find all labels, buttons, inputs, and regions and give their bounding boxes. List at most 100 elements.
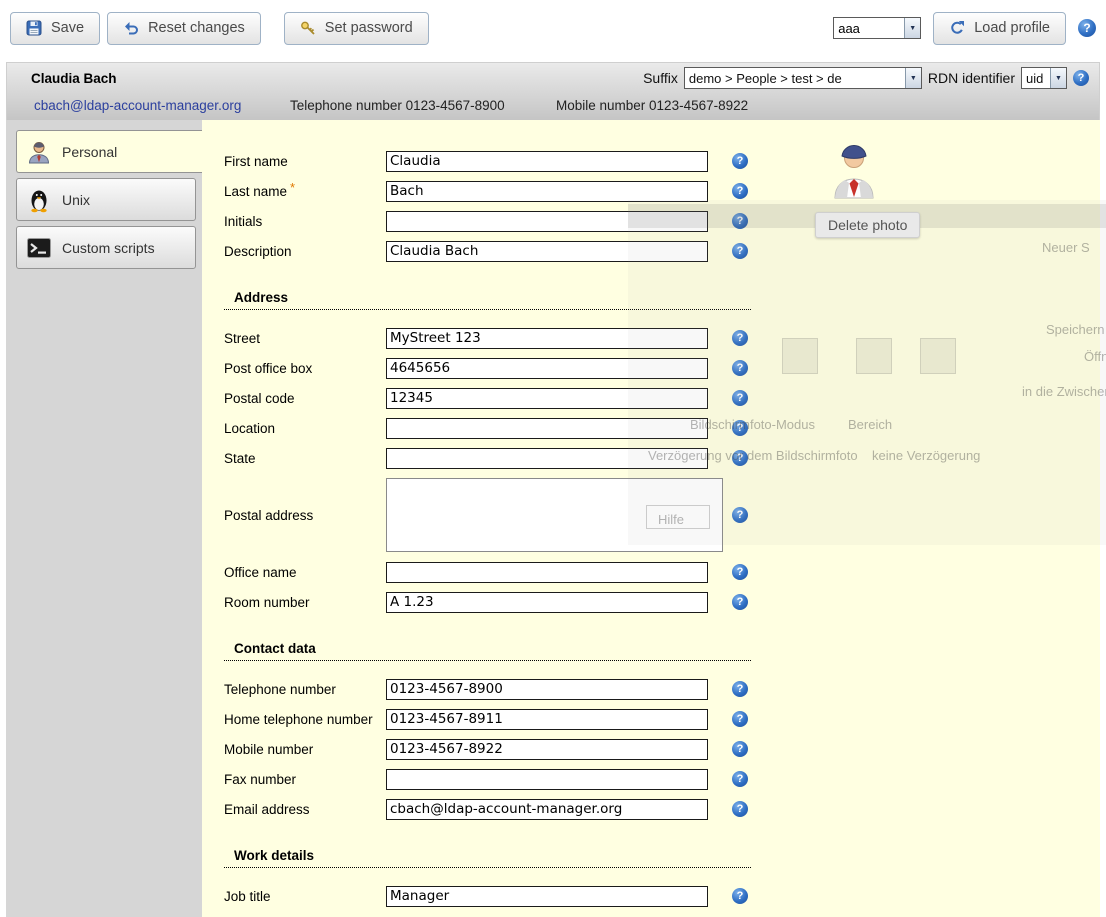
person-icon (26, 139, 52, 165)
help-icon[interactable]: ? (732, 507, 748, 523)
help-icon[interactable]: ? (732, 213, 748, 229)
help-icon[interactable]: ? (732, 711, 748, 727)
field-row-last-name: Last name*? (224, 176, 769, 206)
help-icon[interactable]: ? (732, 741, 748, 757)
office-name-input[interactable] (386, 562, 708, 583)
rdn-select[interactable]: uid ▼ (1021, 67, 1067, 89)
user-photo (831, 142, 945, 205)
post-office-box-input[interactable] (386, 358, 708, 379)
fax-number-input[interactable] (386, 769, 708, 790)
postal-address-input[interactable] (386, 478, 723, 552)
reset-changes-button[interactable]: Reset changes (107, 12, 261, 45)
profile-select-value: aaa (834, 18, 904, 38)
job-title-input[interactable] (386, 886, 708, 907)
suffix-select[interactable]: demo > People > test > de ▼ (684, 67, 922, 89)
initials-input[interactable] (386, 211, 708, 232)
suffix-label: Suffix (643, 70, 678, 86)
refresh-icon (949, 20, 965, 36)
description-input[interactable] (386, 241, 708, 262)
header-telephone: Telephone number 0123-4567-8900 (290, 98, 556, 113)
label-last-name: Last name* (224, 184, 386, 199)
state-input[interactable] (386, 448, 708, 469)
terminal-icon (26, 235, 52, 261)
chevron-down-icon: ▼ (905, 68, 921, 88)
rdn-select-value: uid (1022, 68, 1050, 88)
reset-changes-label: Reset changes (148, 20, 245, 36)
key-icon (300, 20, 316, 36)
street-input[interactable] (386, 328, 708, 349)
location-input[interactable] (386, 418, 708, 439)
chevron-down-icon: ▼ (1050, 68, 1066, 88)
help-icon[interactable]: ? (1073, 70, 1089, 86)
set-password-button[interactable]: Set password (284, 12, 429, 45)
field-row-post-office-box: Post office box? (224, 353, 769, 383)
help-icon[interactable]: ? (732, 153, 748, 169)
help-icon[interactable]: ? (732, 594, 748, 610)
email-address-input[interactable] (386, 799, 708, 820)
room-number-input[interactable] (386, 592, 708, 613)
help-icon[interactable]: ? (732, 888, 748, 904)
help-icon[interactable]: ? (732, 390, 748, 406)
field-row-initials: Initials? (224, 206, 769, 236)
section-header-address: Address (224, 287, 751, 310)
module-tabs: Personal Unix Custom scripts (6, 120, 202, 917)
header-mobile: Mobile number 0123-4567-8922 (556, 98, 748, 113)
save-label: Save (51, 20, 84, 36)
help-icon[interactable]: ? (732, 183, 748, 199)
field-row-email-address: Email address? (224, 794, 769, 824)
tab-label: Custom scripts (62, 240, 155, 256)
tab-label: Unix (62, 192, 90, 208)
label-telephone-number: Telephone number (224, 682, 386, 697)
telephone-number-input[interactable] (386, 679, 708, 700)
home-telephone-number-input[interactable] (386, 709, 708, 730)
help-icon[interactable]: ? (732, 243, 748, 259)
mobile-number-input[interactable] (386, 739, 708, 760)
save-icon (26, 20, 42, 36)
help-icon[interactable]: ? (1078, 19, 1096, 37)
field-row-description: Description? (224, 236, 769, 266)
field-row-home-telephone-number: Home telephone number? (224, 704, 769, 734)
last-name-input[interactable] (386, 181, 708, 202)
label-postal-code: Postal code (224, 391, 386, 406)
lam-user-edit-screen: Save Reset changes Set password aaa ▼ (0, 0, 1106, 917)
help-icon[interactable]: ? (732, 801, 748, 817)
help-icon[interactable]: ? (732, 771, 748, 787)
help-icon[interactable]: ? (732, 450, 748, 466)
help-icon[interactable]: ? (732, 330, 748, 346)
label-office-name: Office name (224, 565, 386, 580)
first-name-input[interactable] (386, 151, 708, 172)
label-mobile-number: Mobile number (224, 742, 386, 757)
field-row-room-number: Room number? (224, 587, 769, 617)
profile-select[interactable]: aaa ▼ (833, 17, 921, 39)
undo-icon (123, 20, 139, 36)
tab-custom-scripts[interactable]: Custom scripts (16, 226, 196, 269)
field-row-street: Street? (224, 323, 769, 353)
field-row-fax-number: Fax number? (224, 764, 769, 794)
help-icon[interactable]: ? (732, 564, 748, 580)
email-link[interactable]: cbach@ldap-account-manager.org (34, 98, 290, 113)
load-profile-button[interactable]: Load profile (933, 12, 1066, 45)
toolbar-right-group: aaa ▼ Load profile ? (833, 12, 1096, 45)
save-button[interactable]: Save (10, 12, 100, 45)
help-icon[interactable]: ? (732, 420, 748, 436)
label-street: Street (224, 331, 386, 346)
tab-label: Personal (62, 144, 117, 160)
account-header-row-1: Claudia Bach Suffix demo > People > test… (7, 63, 1099, 93)
help-icon[interactable]: ? (732, 360, 748, 376)
label-state: State (224, 451, 386, 466)
label-postal-address: Postal address (224, 508, 386, 523)
tab-unix[interactable]: Unix (16, 178, 196, 221)
top-toolbar: Save Reset changes Set password aaa ▼ (0, 0, 1106, 56)
tux-icon (26, 187, 52, 213)
rdn-label: RDN identifier (928, 70, 1015, 86)
content-area: PersonalUnixCustom scripts First name?La… (6, 120, 1100, 917)
help-icon[interactable]: ? (732, 681, 748, 697)
label-post-office-box: Post office box (224, 361, 386, 376)
tab-personal[interactable]: Personal (16, 130, 202, 173)
delete-photo-button[interactable]: Delete photo (815, 212, 920, 238)
field-row-location: Location? (224, 413, 769, 443)
section-header-work-details: Work details (224, 845, 751, 868)
postal-code-input[interactable] (386, 388, 708, 409)
label-initials: Initials (224, 214, 386, 229)
field-row-mobile-number: Mobile number? (224, 734, 769, 764)
